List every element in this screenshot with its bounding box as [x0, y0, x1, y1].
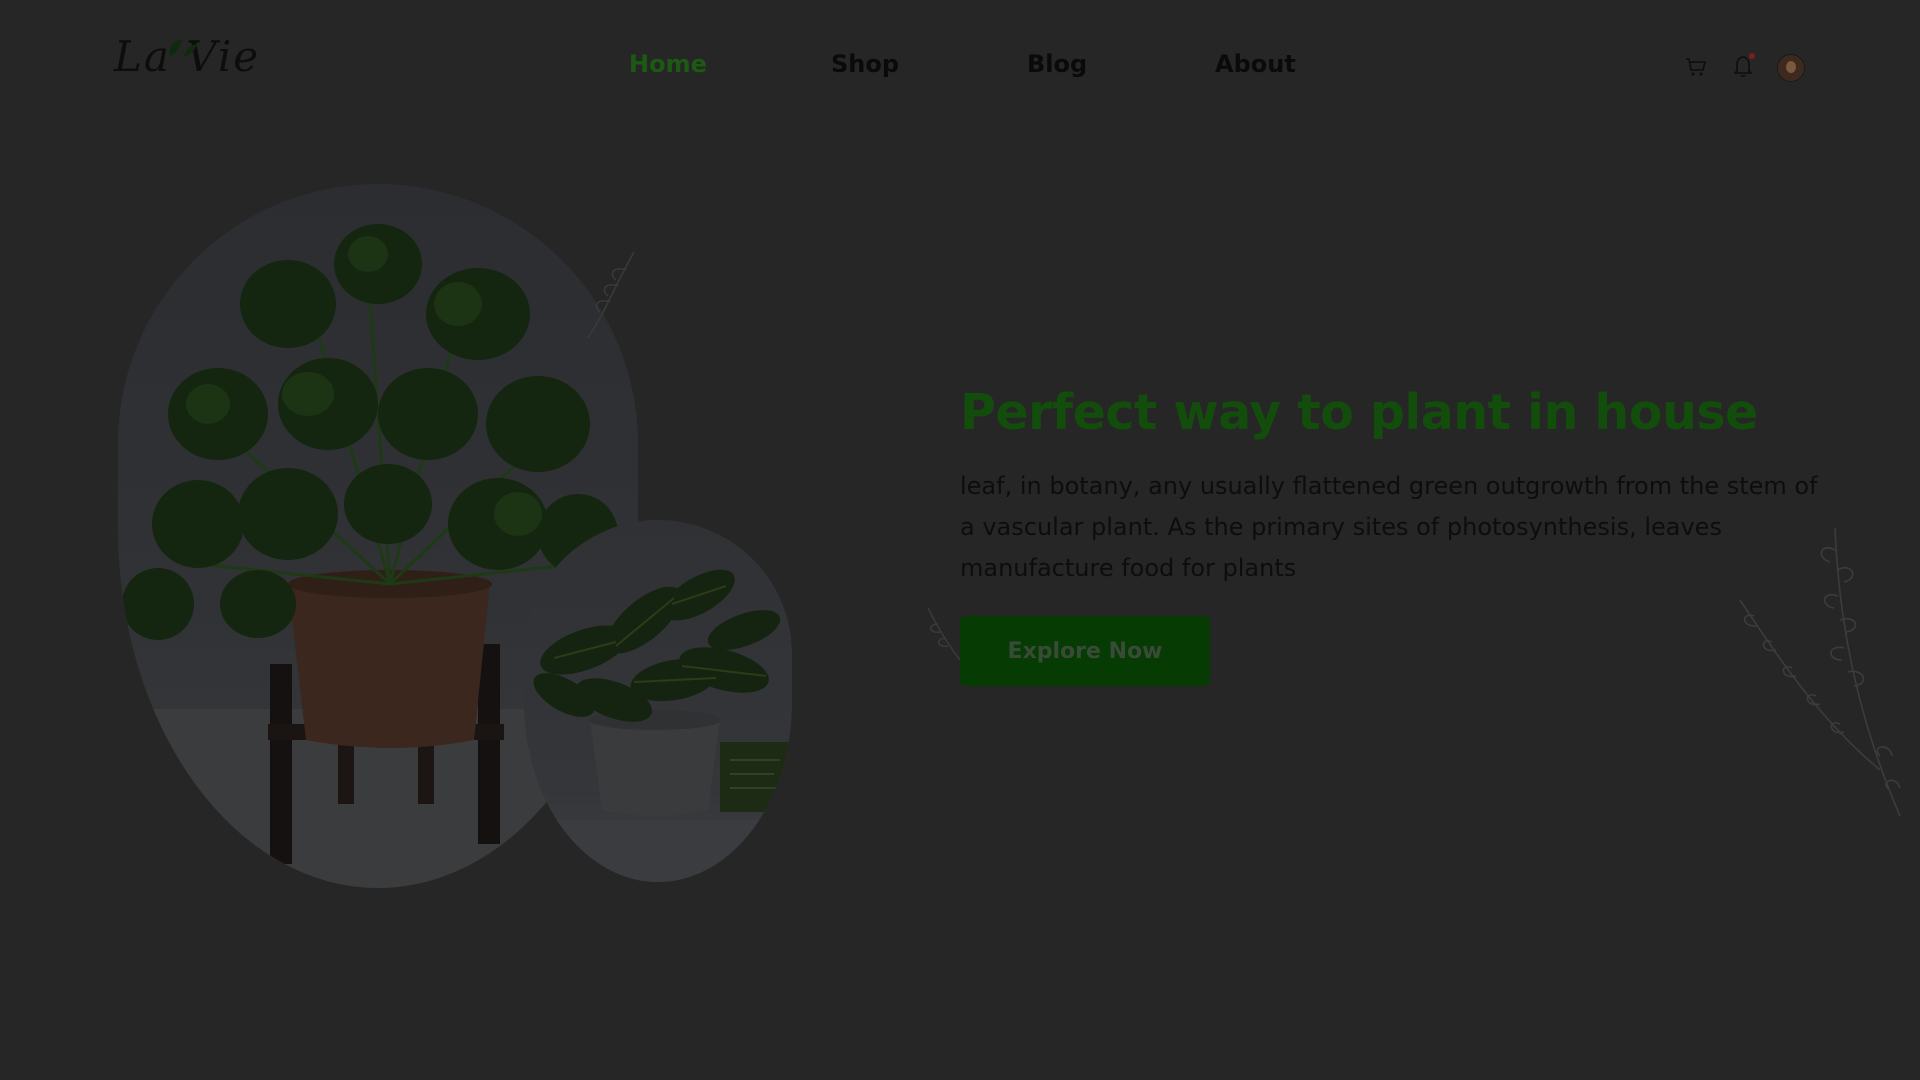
nav-about[interactable]: About: [1215, 50, 1296, 78]
hero-title: Perfect way to plant in house: [960, 384, 1758, 441]
avatar[interactable]: [1777, 54, 1805, 82]
nav-blog[interactable]: Blog: [1027, 50, 1087, 78]
logo[interactable]: La Vie: [114, 30, 258, 90]
leaf-sketch-decoration-small: [927, 607, 961, 661]
landing-page: La Vie Home Shop Blog About Perfect way …: [0, 0, 1920, 1080]
explore-now-button[interactable]: Explore Now: [960, 616, 1210, 686]
cart-icon[interactable]: [1684, 56, 1708, 78]
hero-plant-image-small: [524, 520, 792, 882]
notification-dot: [1749, 53, 1755, 59]
prayer-plant-illustration: [524, 569, 792, 882]
avatar-face: [1786, 61, 1796, 73]
leaf-icon: [169, 40, 197, 56]
nav-home[interactable]: Home: [629, 50, 707, 78]
nav-shop[interactable]: Shop: [831, 50, 899, 78]
hero-description: leaf, in botany, any usually flattened g…: [960, 472, 1818, 582]
